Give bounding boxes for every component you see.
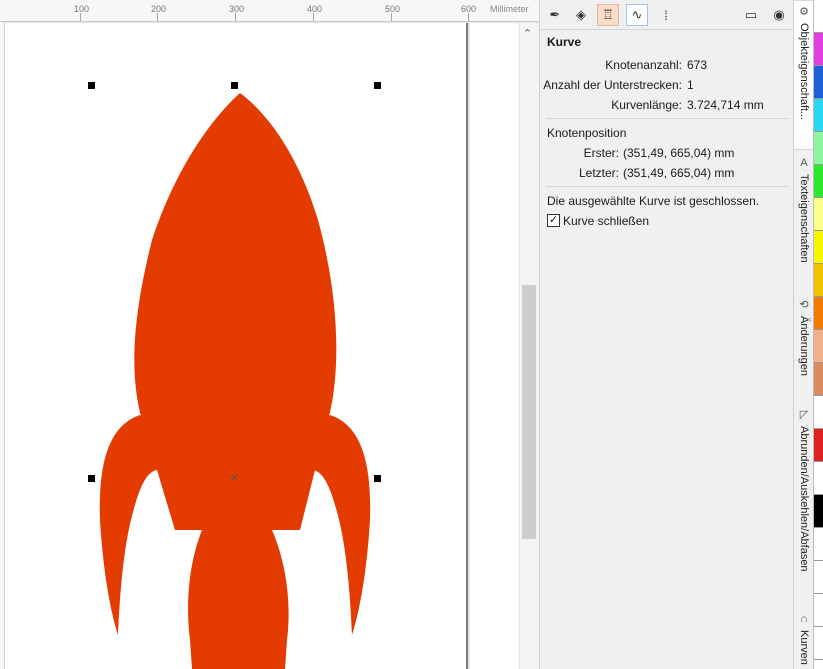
section-curve-title: Kurve <box>547 35 582 49</box>
object-properties-icon: ⚙ <box>799 6 809 18</box>
palette-swatch[interactable] <box>814 66 823 99</box>
palette-swatch[interactable] <box>814 396 823 429</box>
tab-label: Texteigenschaften <box>798 174 810 263</box>
palette-swatch[interactable] <box>814 99 823 132</box>
palette-swatch[interactable] <box>814 165 823 198</box>
node-count-label: Knotenanzahl: <box>605 58 682 72</box>
subpath-count-label: Anzahl der Unterstrecken: <box>543 78 682 92</box>
palette-swatch[interactable] <box>814 627 823 660</box>
divider <box>546 118 789 119</box>
selection-handle[interactable] <box>374 82 381 89</box>
view-icon[interactable]: ◉ <box>768 4 790 26</box>
drawing-canvas[interactable]: 100 200 300 400 500 600 Millimeter ✕ ⌃ <box>0 0 539 669</box>
palette-swatch[interactable] <box>814 0 823 33</box>
text-frame-icon[interactable]: ⁞ <box>655 4 677 26</box>
tab-text-properties[interactable]: A Texteigenschaften <box>794 152 814 294</box>
close-curve-label[interactable]: Kurve schließen <box>563 214 649 228</box>
object-properties-panel: ✒ ◈ ♖ ∿ ⁞ ▭ ◉ Kurve Knotenanzahl: 673 An… <box>539 0 794 669</box>
first-node-label: Erster: <box>583 146 619 160</box>
tab-object-properties[interactable]: ⚙ Objekteigenschaft... <box>794 0 814 150</box>
rocket-shape[interactable] <box>0 0 519 669</box>
panel-toolbar: ✒ ◈ ♖ ∿ ⁞ ▭ ◉ <box>540 0 794 30</box>
palette-swatch[interactable] <box>814 198 823 231</box>
selection-handle[interactable] <box>374 475 381 482</box>
fill-bucket-icon[interactable]: ◈ <box>570 4 592 26</box>
palette-swatch[interactable] <box>814 462 823 495</box>
tab-label: Abrunden/Auskehlen/Abfasen <box>798 426 810 572</box>
docker-tabs: ⚙ Objekteigenschaft... A Texteigenschaft… <box>793 0 814 669</box>
tab-label: Kurven <box>798 630 810 665</box>
palette-swatch[interactable] <box>814 330 823 363</box>
node-count-value: 673 <box>687 58 708 72</box>
palette-swatch[interactable] <box>814 594 823 627</box>
pen-icon[interactable]: ✒ <box>544 4 566 26</box>
fillet-icon: ◸ <box>799 409 809 421</box>
subpath-count-value: 1 <box>687 78 694 92</box>
curve-length-value: 3.724,714 mm <box>687 98 764 112</box>
palette-swatch[interactable] <box>814 561 823 594</box>
selection-handle[interactable] <box>88 475 95 482</box>
selection-handle[interactable] <box>88 82 95 89</box>
palette-swatch[interactable] <box>814 429 823 462</box>
tab-fillet[interactable]: ◸ Abrunden/Auskehlen/Abfasen <box>794 404 814 604</box>
frame-icon[interactable]: ▭ <box>740 4 762 26</box>
curve-icon[interactable]: ∿ <box>626 4 648 26</box>
tab-changes[interactable]: ⟲ Änderungen <box>794 294 814 404</box>
vertical-scrollbar[interactable]: ⌃ <box>519 23 539 669</box>
node-position-title: Knotenposition <box>547 126 627 140</box>
rotation-center-icon[interactable]: ✕ <box>230 474 239 484</box>
palette-swatch[interactable] <box>814 231 823 264</box>
palette-swatch[interactable] <box>814 495 823 528</box>
color-palette[interactable] <box>813 0 823 669</box>
panel-body: Kurve Knotenanzahl: 673 Anzahl der Unter… <box>540 30 794 669</box>
first-node-value: (351,49, 665,04) mm <box>623 146 735 160</box>
palette-swatch[interactable] <box>814 33 823 66</box>
curves-icon: ∩ <box>800 613 808 625</box>
palette-swatch[interactable] <box>814 363 823 396</box>
transparency-icon[interactable]: ♖ <box>597 4 619 26</box>
palette-swatch[interactable] <box>814 264 823 297</box>
close-curve-checkbox[interactable]: ✓ <box>547 214 560 227</box>
tab-label: Änderungen <box>798 316 810 376</box>
palette-swatch[interactable] <box>814 528 823 561</box>
tab-curves[interactable]: ∩ Kurven <box>794 608 814 669</box>
palette-swatch[interactable] <box>814 297 823 330</box>
scroll-up-icon[interactable]: ⌃ <box>523 27 532 40</box>
curve-length-label: Kurvenlänge: <box>611 98 682 112</box>
tab-label: Objekteigenschaft... <box>798 23 810 121</box>
last-node-label: Letzter: <box>578 166 619 180</box>
palette-swatch[interactable] <box>814 132 823 165</box>
changes-icon: ⟲ <box>799 299 809 311</box>
rocket-fill[interactable] <box>99 93 371 669</box>
divider <box>546 186 789 187</box>
closed-curve-message: Die ausgewählte Kurve ist geschlossen. <box>547 194 760 208</box>
scrollbar-thumb[interactable] <box>522 285 536 539</box>
text-properties-icon: A <box>800 157 808 169</box>
last-node-value: (351,49, 665,04) mm <box>623 166 735 180</box>
selection-handle[interactable] <box>231 82 238 89</box>
